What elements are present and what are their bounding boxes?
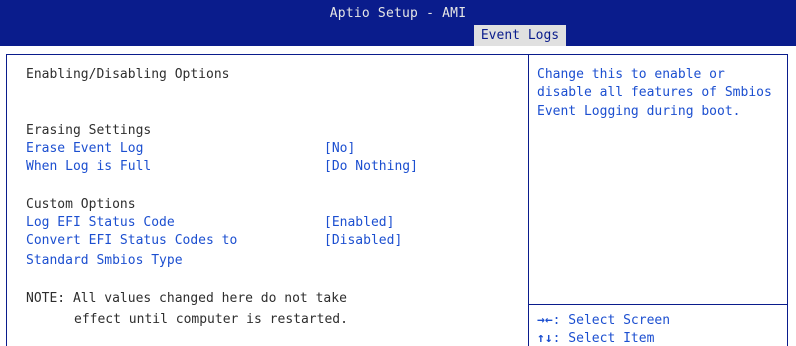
value-log-efi-status[interactable]: [Enabled] [324,214,394,231]
bios-setup-screen: Aptio Setup - AMI Event Logs Enabling/Di… [0,0,796,346]
value-smbios-event-log[interactable]: [Enabled] [324,83,394,100]
heading-custom: Custom Options [26,197,136,212]
key-select-item: ↑↓: Select Item [537,330,654,346]
setting-erase-event-log[interactable]: Erase Event Log [26,140,143,157]
setting-smbios-event-log[interactable]: Smbios Event Log [26,83,151,100]
note-line-1: NOTE: All values changed here do not tak… [26,291,347,306]
keys-divider [529,304,788,305]
setting-convert-efi-line2[interactable]: Standard Smbios Type [26,252,183,269]
up-down-arrows-icon: ↑↓ [537,331,553,346]
help-line-1: Change this to enable or [537,67,725,82]
key-select-item-label: : Select Item [552,331,655,346]
heading-erasing: Erasing Settings [26,123,152,138]
main-panel: Enabling/Disabling Options Smbios Event … [0,46,796,346]
header-bar: Aptio Setup - AMI Event Logs [0,0,796,46]
key-select-screen: →←: Select Screen [537,312,670,329]
tab-event-logs[interactable]: Event Logs [474,25,566,46]
help-line-3: Event Logging during boot. [537,104,741,119]
key-select-screen-label: : Select Screen [552,313,671,328]
app-title: Aptio Setup - AMI [329,6,467,21]
note-line-2: effect until computer is restarted. [74,312,348,327]
value-when-log-full[interactable]: [Do Nothing] [324,158,418,175]
value-erase-event-log[interactable]: [No] [324,140,355,157]
setting-log-efi-status[interactable]: Log EFI Status Code [26,214,175,231]
setting-when-log-full[interactable]: When Log is Full [26,158,151,175]
left-right-arrows-icon: →← [537,313,553,328]
setting-convert-efi-line1[interactable]: Convert EFI Status Codes to [26,232,237,249]
help-line-2: disable all features of Smbios [537,85,772,100]
help-divider [528,54,529,346]
heading-enable-disable: Enabling/Disabling Options [26,67,230,82]
value-convert-efi[interactable]: [Disabled] [324,232,402,249]
